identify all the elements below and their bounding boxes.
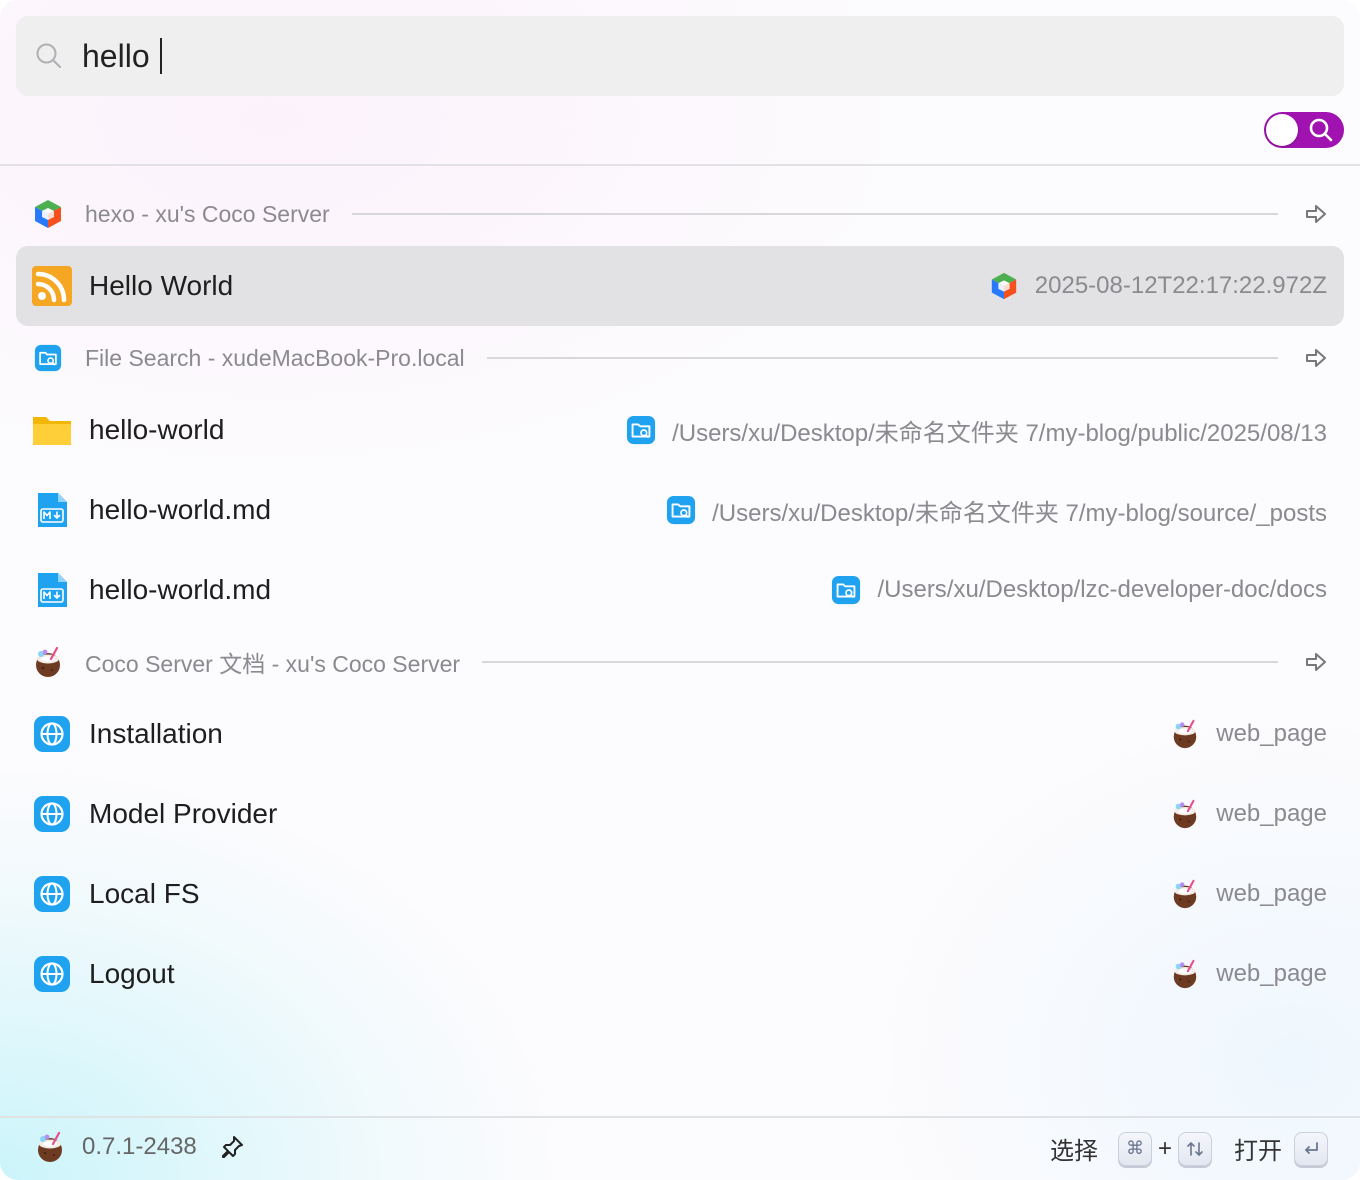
coconut-icon: [1170, 879, 1200, 909]
text-caret: [159, 38, 162, 74]
command-key-cap: ⌘: [1117, 1131, 1152, 1166]
result-row[interactable]: Model Provider web_page: [16, 774, 1344, 854]
file-search-icon: [831, 575, 861, 605]
coconut-icon: [1170, 719, 1200, 749]
command-key-glyph: ⌘: [1125, 1138, 1144, 1158]
result-meta: web_page: [1170, 879, 1327, 909]
result-meta: 2025-08-12T22:17:22.972Z: [989, 271, 1327, 301]
group-more-arrow-icon[interactable]: [1304, 202, 1328, 226]
select-hint-label: 选择: [1049, 1138, 1098, 1165]
group-divider-line: [482, 661, 1278, 663]
result-meta-text: /Users/xu/Desktop/未命名文件夹 7/my-blog/publi…: [672, 419, 1327, 447]
group-header-file-search: File Search - xudeMacBook-Pro.local: [32, 338, 1328, 378]
up-down-arrows-key-cap: [1178, 1131, 1212, 1166]
result-title: hello-world: [89, 414, 225, 445]
result-meta-text: 2025-08-12T22:17:22.972Z: [1034, 272, 1327, 299]
group-more-arrow-icon[interactable]: [1304, 346, 1328, 370]
launcher-window: hello hexo - xu's Coco Server Hello Worl…: [0, 0, 1360, 1180]
coconut-icon: [1170, 959, 1200, 989]
group-more-arrow-icon[interactable]: [1304, 650, 1328, 674]
markdown-file-icon: [32, 570, 72, 610]
result-meta-text: /Users/xu/Desktop/lzc-developer-doc/docs: [877, 576, 1327, 603]
group-divider-line: [486, 357, 1278, 359]
group-header-hexo: hexo - xu's Coco Server: [32, 194, 1328, 234]
result-title: Installation: [89, 718, 223, 749]
result-title: hello-world.md: [89, 494, 272, 525]
result-title: Hello World: [89, 270, 234, 301]
result-meta: web_page: [1170, 959, 1327, 989]
globe-icon: [32, 794, 72, 834]
result-meta-text: web_page: [1216, 800, 1327, 827]
file-search-icon: [32, 342, 64, 374]
app-version: 0.7.1-2438: [82, 1133, 197, 1160]
result-meta: web_page: [1170, 719, 1327, 749]
search-icon: [1308, 117, 1334, 143]
group-header-coco-docs: Coco Server 文档 - xu's Coco Server: [32, 642, 1328, 682]
open-hint-label: 打开: [1234, 1138, 1282, 1165]
toggle-knob: [1266, 114, 1298, 146]
coco-server-cube-icon: [989, 271, 1019, 301]
result-meta-text: web_page: [1216, 720, 1327, 747]
group-title: File Search - xudeMacBook-Pro.local: [85, 344, 465, 371]
result-meta: web_page: [1170, 799, 1327, 829]
result-title: hello-world.md: [89, 574, 272, 605]
group-title: Coco Server 文档 - xu's Coco Server: [85, 651, 461, 677]
search-input[interactable]: hello: [82, 38, 162, 75]
result-meta-text: web_page: [1216, 880, 1327, 907]
group-title: hexo - xu's Coco Server: [85, 200, 330, 227]
folder-icon: [32, 410, 72, 450]
return-key-cap: [1294, 1131, 1328, 1166]
search-query-text: hello: [82, 37, 150, 74]
file-search-icon: [666, 495, 696, 525]
result-meta-text: web_page: [1216, 960, 1327, 987]
coconut-logo-icon[interactable]: [34, 1131, 66, 1163]
globe-icon: [32, 874, 72, 914]
file-search-icon: [626, 415, 656, 445]
search-bar[interactable]: hello: [16, 16, 1344, 96]
result-title: Model Provider: [89, 798, 278, 829]
result-row[interactable]: hello-world.md /Users/xu/Desktop/未命名文件夹 …: [16, 470, 1344, 550]
result-row[interactable]: Logout web_page: [16, 934, 1344, 1014]
result-meta: /Users/xu/Desktop/lzc-developer-doc/docs: [831, 575, 1327, 605]
plus-sign: +: [1157, 1134, 1172, 1162]
result-row[interactable]: Installation web_page: [16, 694, 1344, 774]
globe-icon: [32, 714, 72, 754]
coconut-icon: [32, 646, 64, 678]
search-mode-toggle[interactable]: [1264, 112, 1344, 148]
result-row[interactable]: Local FS web_page: [16, 854, 1344, 934]
search-icon: [34, 41, 64, 71]
return-key-icon: [1305, 1141, 1318, 1154]
result-row[interactable]: hello-world /Users/xu/Desktop/未命名文件夹 7/m…: [16, 390, 1344, 470]
coco-server-cube-icon: [32, 198, 64, 230]
result-title: Logout: [89, 958, 175, 989]
result-row[interactable]: Hello World 2025-08-12T22:17:22.972Z: [16, 246, 1344, 326]
result-title: Local FS: [89, 878, 200, 909]
result-meta-text: /Users/xu/Desktop/未命名文件夹 7/my-blog/sourc…: [712, 499, 1327, 527]
coconut-icon: [1170, 799, 1200, 829]
result-meta: /Users/xu/Desktop/未命名文件夹 7/my-blog/publi…: [626, 413, 1327, 448]
footer: 0.7.1-2438 选择 ⌘ + 打开: [0, 1117, 1360, 1180]
up-down-arrows-icon: [1187, 1141, 1203, 1156]
pin-icon[interactable]: [219, 1134, 245, 1160]
rss-icon: [32, 266, 72, 306]
group-divider-line: [351, 213, 1278, 215]
markdown-file-icon: [32, 490, 72, 530]
result-row[interactable]: hello-world.md /Users/xu/Desktop/lzc-dev…: [16, 550, 1344, 630]
globe-icon: [32, 954, 72, 994]
result-meta: /Users/xu/Desktop/未命名文件夹 7/my-blog/sourc…: [666, 493, 1327, 528]
header-divider: [0, 164, 1360, 166]
